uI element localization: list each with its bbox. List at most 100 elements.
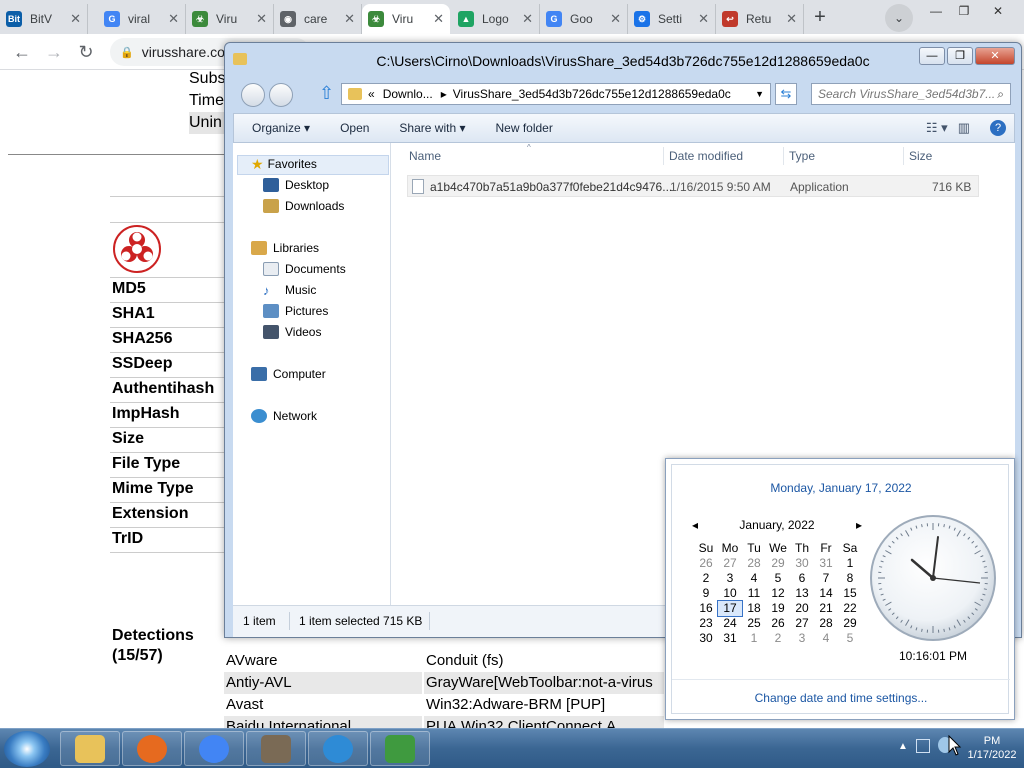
column-name[interactable]: Name [409,149,441,163]
column-size[interactable]: Size [909,149,932,163]
nav-videos[interactable]: Videos [263,323,321,341]
full-date-link[interactable]: Monday, January 17, 2022 [672,481,1010,495]
calendar-day[interactable]: 29 [838,616,862,631]
calendar-day[interactable]: 12 [766,586,790,601]
organize-button[interactable]: Organize ▾ [252,121,310,135]
nav-documents[interactable]: Documents [263,260,346,278]
calendar-day[interactable]: 17 [718,601,742,616]
search-icon[interactable]: ⌕ [997,84,1004,104]
calendar-day[interactable]: 26 [694,556,718,571]
calendar-day[interactable]: 15 [838,586,862,601]
taskbar-ie-button[interactable] [308,731,368,766]
calendar-day[interactable]: 31 [814,556,838,571]
calendar-day[interactable]: 8 [838,571,862,586]
explorer-minimize-button[interactable]: — [919,47,945,65]
forward-button[interactable]: → [42,40,66,64]
breadcrumb-overflow[interactable]: « [368,87,375,101]
calendar-day[interactable]: 27 [790,616,814,631]
nav-desktop[interactable]: Desktop [263,176,329,194]
help-icon[interactable]: ? [990,120,1006,136]
explorer-maximize-button[interactable]: ❐ [947,47,973,65]
window-minimize-button[interactable]: — [922,0,950,22]
show-hidden-icons-icon[interactable]: ▲ [898,741,908,752]
calendar-day[interactable]: 6 [790,571,814,586]
browser-tab[interactable]: ⚙Setti✕ [628,4,716,34]
close-tab-icon[interactable]: ✕ [340,11,355,27]
calendar-day[interactable]: 1 [742,631,766,646]
calendar-day[interactable]: 24 [718,616,742,631]
refresh-icon[interactable]: ⇆ [775,83,797,105]
nav-favorites[interactable]: ★Favorites [251,155,317,173]
nav-downloads[interactable]: Downloads [263,197,344,215]
nav-computer[interactable]: Computer [251,365,326,383]
calendar-day[interactable]: 18 [742,601,766,616]
forward-arrow-icon[interactable] [269,83,293,107]
browser-tab[interactable]: BitBitV✕ [0,4,88,34]
explorer-address-bar[interactable]: « Downlo... ▸ VirusShare_3ed54d3b726dc75… [341,83,771,105]
tray-clock[interactable]: PM 1/17/2022 [962,734,1022,762]
month-title[interactable]: January, 2022 [739,518,814,532]
calendar-day[interactable]: 5 [766,571,790,586]
browser-tab[interactable]: ↩Retu✕ [716,4,804,34]
calendar-day[interactable]: 11 [742,586,766,601]
taskbar-explorer-button[interactable] [60,731,120,766]
browser-tab[interactable]: ◉care✕ [274,4,362,34]
new-folder-button[interactable]: New folder [495,121,552,135]
taskbar-app-button[interactable] [370,731,430,766]
calendar-day[interactable]: 26 [766,616,790,631]
taskbar-media-button[interactable] [246,731,306,766]
column-date-modified[interactable]: Date modified [669,149,743,163]
calendar-day[interactable]: 19 [766,601,790,616]
tab-search-button[interactable]: ⌄ [885,4,913,32]
calendar-day[interactable]: 13 [790,586,814,601]
nav-pictures[interactable]: Pictures [263,302,328,320]
calendar-day[interactable]: 20 [790,601,814,616]
calendar-day[interactable]: 22 [838,601,862,616]
browser-tab[interactable]: GGoo✕ [540,4,628,34]
start-button[interactable] [4,731,50,767]
close-tab-icon[interactable]: ✕ [164,11,179,27]
calendar-day[interactable]: 3 [790,631,814,646]
back-button[interactable]: ← [10,40,34,64]
calendar-day[interactable]: 28 [742,556,766,571]
column-type[interactable]: Type [789,149,815,163]
reload-button[interactable]: ↻ [74,40,98,64]
calendar-day[interactable]: 23 [694,616,718,631]
browser-tab[interactable]: ▲Logo✕ [452,4,540,34]
breadcrumb-current[interactable]: VirusShare_3ed54d3b726dc755e12d1288659ed… [453,87,731,101]
calendar-day[interactable]: 4 [814,631,838,646]
calendar-day[interactable]: 5 [838,631,862,646]
change-date-time-settings-link[interactable]: Change date and time settings... [672,691,1010,705]
close-tab-icon[interactable]: ✕ [429,11,444,27]
breadcrumb-downloads[interactable]: Downlo... [383,87,433,101]
back-arrow-icon[interactable] [241,83,265,107]
action-center-icon[interactable] [916,739,930,753]
close-tab-icon[interactable]: ✕ [518,11,533,27]
calendar-day[interactable]: 2 [766,631,790,646]
close-tab-icon[interactable]: ✕ [606,11,621,27]
explorer-search-input[interactable]: Search VirusShare_3ed54d3b7... ⌕ [811,83,1011,105]
calendar-day[interactable]: 30 [694,631,718,646]
browser-tab[interactable]: ☣Viru✕ [186,4,274,34]
share-with-button[interactable]: Share with ▾ [399,121,465,135]
nav-libraries[interactable]: Libraries [251,239,319,257]
window-maximize-button[interactable]: ❐ [950,0,978,22]
calendar-day[interactable]: 30 [790,556,814,571]
close-tab-icon[interactable]: ✕ [782,11,797,27]
dropdown-icon[interactable]: ▼ [755,89,764,99]
calendar-day[interactable]: 27 [718,556,742,571]
explorer-close-button[interactable]: ✕ [975,47,1015,65]
window-close-button[interactable]: ✕ [984,0,1012,22]
close-tab-icon[interactable]: ✕ [66,11,81,27]
calendar-day[interactable]: 14 [814,586,838,601]
calendar-day[interactable]: 25 [742,616,766,631]
calendar-day[interactable]: 1 [838,556,862,571]
calendar-day[interactable]: 9 [694,586,718,601]
calendar-day[interactable]: 29 [766,556,790,571]
next-month-icon[interactable]: ▸ [856,518,862,532]
calendar-day[interactable]: 31 [718,631,742,646]
calendar-day[interactable]: 21 [814,601,838,616]
new-tab-button[interactable]: + [806,4,834,32]
calendar-day[interactable]: 4 [742,571,766,586]
taskbar-firefox-button[interactable] [122,731,182,766]
